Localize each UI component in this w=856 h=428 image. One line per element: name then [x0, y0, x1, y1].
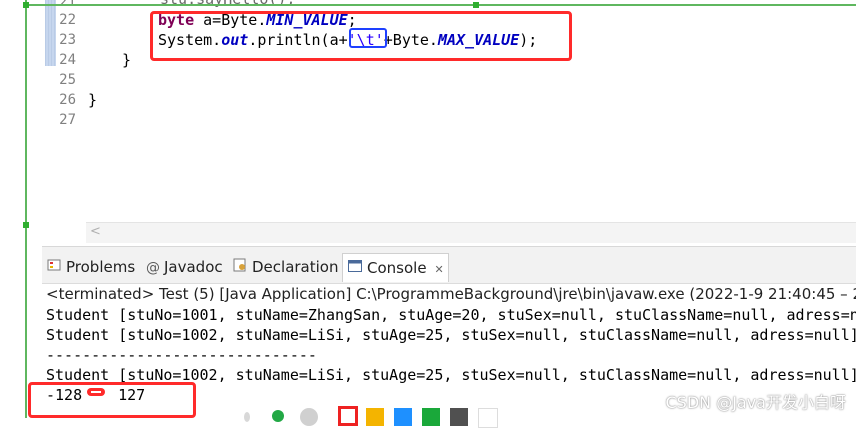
- code-line-24: }: [122, 51, 132, 69]
- toolbar-blue-swatch-icon[interactable]: [394, 408, 412, 426]
- editor-ruler: [45, 0, 56, 66]
- view-tab-bar: Problems @ Javadoc Declaration Console ✕: [42, 247, 856, 284]
- console-output-line: Student [stuNo=1002, stuName=LiSi, stuAg…: [46, 326, 856, 344]
- annotation-box-output: [28, 382, 196, 418]
- console-process-title: <terminated> Test (5) [Java Application]…: [46, 285, 856, 303]
- watermark: CSDN @Java开发小白呀: [665, 393, 846, 412]
- toolbar-red-square-icon[interactable]: [338, 406, 358, 426]
- console-output-line: Student [stuNo=1001, stuName=ZhangSan, s…: [46, 306, 856, 324]
- declaration-icon: [232, 256, 248, 280]
- selection-border-left: [25, 0, 27, 418]
- toolbar-gray-dot-icon[interactable]: [300, 408, 318, 426]
- line-number: 22: [59, 12, 76, 28]
- annotation-box-tab-literal: [349, 28, 387, 48]
- problems-icon: [46, 256, 62, 280]
- close-icon[interactable]: ✕: [435, 263, 444, 276]
- line-number: 23: [59, 32, 76, 48]
- tab-label: Javadoc: [164, 258, 223, 276]
- tab-console[interactable]: Console ✕: [342, 253, 449, 282]
- tab-gap-marker: [87, 388, 105, 396]
- resize-handle[interactable]: [473, 2, 479, 8]
- toolbar-dark-swatch-icon[interactable]: [450, 408, 468, 426]
- tab-javadoc[interactable]: @ Javadoc: [146, 255, 223, 279]
- code-editor[interactable]: 21 22 23 24 25 26 27 stu.sayHello(); byt…: [0, 0, 856, 246]
- tab-declaration[interactable]: Declaration: [232, 255, 338, 279]
- console-icon: [347, 255, 363, 283]
- selection-border-top: [25, 4, 856, 6]
- console-output-line: ------------------------------: [46, 346, 317, 364]
- line-number: 27: [59, 112, 76, 128]
- toolbar-green-swatch-icon[interactable]: [422, 408, 440, 426]
- toolbar-green-dot-icon[interactable]: [272, 410, 284, 422]
- line-number: 25: [59, 72, 76, 88]
- tab-label: Console: [367, 259, 427, 277]
- javadoc-icon: @: [146, 259, 160, 276]
- horizontal-scrollbar[interactable]: <: [86, 222, 856, 243]
- toolbar-dot-icon[interactable]: [244, 412, 250, 422]
- tab-problems[interactable]: Problems: [46, 255, 135, 279]
- resize-handle[interactable]: [23, 222, 29, 228]
- line-number: 26: [59, 92, 76, 108]
- tab-label: Problems: [66, 258, 136, 276]
- resize-handle[interactable]: [23, 2, 29, 8]
- code-line-26: }: [88, 91, 98, 109]
- toolbar-white-swatch-icon[interactable]: [478, 408, 498, 428]
- line-number: 24: [59, 52, 76, 68]
- scroll-left-icon[interactable]: <: [90, 224, 101, 239]
- tab-label: Declaration: [252, 258, 339, 276]
- toolbar-yellow-swatch-icon[interactable]: [366, 408, 384, 426]
